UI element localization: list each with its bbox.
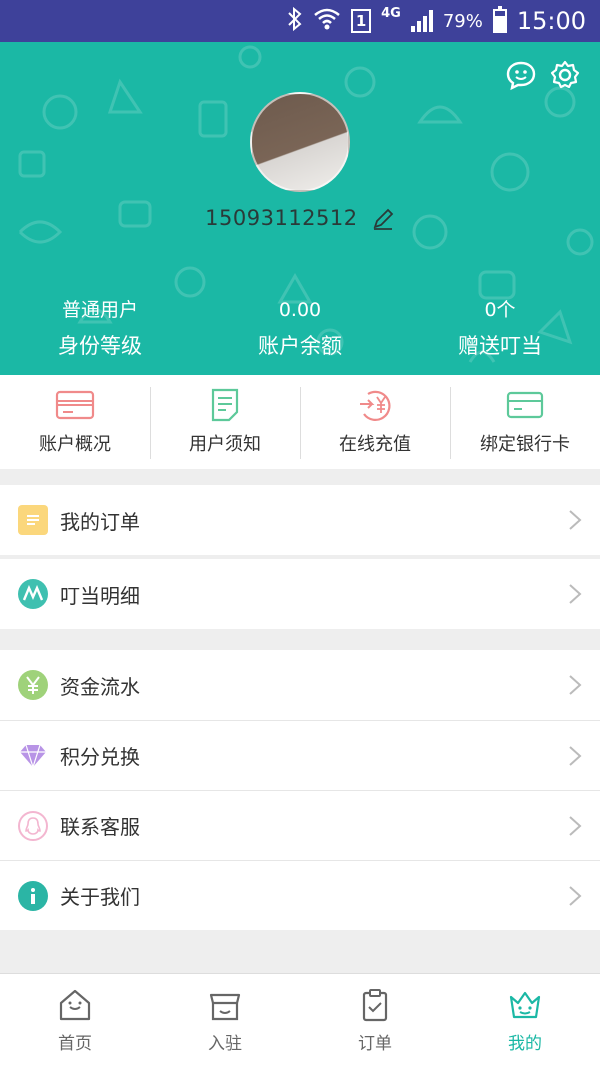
clipboard-icon — [362, 989, 388, 1022]
chevron-right-icon — [569, 886, 582, 906]
tab-label: 订单 — [358, 1034, 392, 1054]
stat-value: 普通用户 — [61, 299, 138, 321]
stat-value: 0.00 — [278, 299, 322, 321]
my-orders-row[interactable]: 我的订单 — [0, 485, 600, 555]
bluetooth-icon — [287, 6, 303, 36]
quick-action-label: 在线充值 — [339, 434, 411, 455]
crown-face-icon — [509, 991, 541, 1019]
bottom-tab-bar: 首页 入驻 订单 我的 — [0, 973, 600, 1067]
user-phone: 15093112512 — [0, 206, 600, 231]
menu-label: 关于我们 — [60, 885, 140, 909]
home-icon — [59, 989, 91, 1021]
clock: 15:00 — [516, 7, 586, 35]
status-bar: 1 4G 79% 15:00 — [0, 0, 600, 42]
stat-label: 账户余额 — [258, 334, 342, 358]
quick-action-label: 账户概况 — [39, 434, 111, 455]
store-icon — [209, 993, 241, 1021]
menu-label: 联系客服 — [60, 815, 140, 839]
menu-group-general: 资金流水 积分兑换 联系客服 关于我们 — [0, 650, 600, 930]
tab-home[interactable]: 首页 — [0, 974, 150, 1067]
stat-balance[interactable]: 0.00 账户余额 — [200, 297, 400, 365]
fund-flow-row[interactable]: 资金流水 — [0, 650, 600, 720]
menu-label: 积分兑换 — [60, 745, 140, 769]
avatar[interactable] — [250, 92, 350, 192]
stat-value: 0个 — [484, 299, 516, 321]
document-icon — [205, 388, 245, 422]
phone-number: 15093112512 — [205, 206, 358, 230]
edit-pencil-icon[interactable] — [371, 207, 395, 231]
stat-label: 赠送叮当 — [458, 334, 542, 358]
diamond-icon — [18, 741, 48, 771]
profile-header: 15093112512 普通用户 身份等级 0.00 账户余额 0个 赠送叮当 — [0, 42, 600, 375]
info-icon — [18, 880, 48, 911]
user-notice-button[interactable]: 用户须知 — [150, 375, 300, 469]
network-type: 4G — [381, 6, 401, 21]
settings-gear-icon[interactable] — [548, 58, 582, 92]
online-recharge-button[interactable]: 在线充值 — [300, 375, 450, 469]
menu-label: 叮当明细 — [60, 583, 140, 608]
chevron-right-icon — [569, 816, 582, 836]
points-exchange-row[interactable]: 积分兑换 — [0, 720, 600, 790]
chevron-right-icon — [569, 675, 582, 695]
quick-action-label: 用户须知 — [189, 434, 261, 455]
quick-actions: 账户概况 用户须知 在线充值 绑定银行卡 — [0, 375, 600, 469]
dingdang-icon — [18, 579, 48, 609]
tab-settle-in[interactable]: 入驻 — [150, 974, 300, 1067]
battery-percent: 79% — [442, 10, 483, 32]
quick-action-label: 绑定银行卡 — [480, 434, 570, 455]
menu-group-dingdang: 叮当明细 — [0, 559, 600, 629]
tab-label: 首页 — [58, 1034, 92, 1054]
bind-bank-card-button[interactable]: 绑定银行卡 — [450, 375, 600, 469]
yuan-recharge-icon — [355, 388, 395, 422]
menu-group-orders: 我的订单 — [0, 485, 600, 555]
chevron-right-icon — [569, 746, 582, 766]
stat-gift-dingdang[interactable]: 0个 赠送叮当 — [400, 297, 600, 365]
account-overview-button[interactable]: 账户概况 — [0, 375, 150, 469]
tab-mine[interactable]: 我的 — [450, 974, 600, 1067]
message-icon[interactable] — [504, 58, 538, 92]
dingdang-detail-row[interactable]: 叮当明细 — [0, 559, 600, 629]
order-icon — [18, 505, 48, 535]
qq-icon — [18, 810, 48, 841]
menu-label: 资金流水 — [60, 674, 140, 699]
tab-label: 我的 — [508, 1034, 542, 1054]
battery-icon — [492, 6, 507, 33]
card-icon — [55, 388, 95, 422]
contact-service-row[interactable]: 联系客服 — [0, 790, 600, 860]
tab-orders[interactable]: 订单 — [300, 974, 450, 1067]
chevron-right-icon — [569, 510, 582, 530]
stat-label: 身份等级 — [58, 334, 142, 358]
signal-icon — [410, 10, 433, 32]
tab-label: 入驻 — [208, 1034, 242, 1054]
about-us-row[interactable]: 关于我们 — [0, 860, 600, 930]
stat-level[interactable]: 普通用户 身份等级 — [0, 297, 200, 365]
chevron-right-icon — [569, 584, 582, 604]
bank-card-icon — [505, 388, 545, 422]
sim-icon: 1 — [351, 9, 372, 33]
user-stats: 普通用户 身份等级 0.00 账户余额 0个 赠送叮当 — [0, 297, 600, 365]
wifi-icon — [313, 7, 341, 36]
yuan-icon — [18, 670, 48, 700]
menu-label: 我的订单 — [60, 509, 140, 534]
